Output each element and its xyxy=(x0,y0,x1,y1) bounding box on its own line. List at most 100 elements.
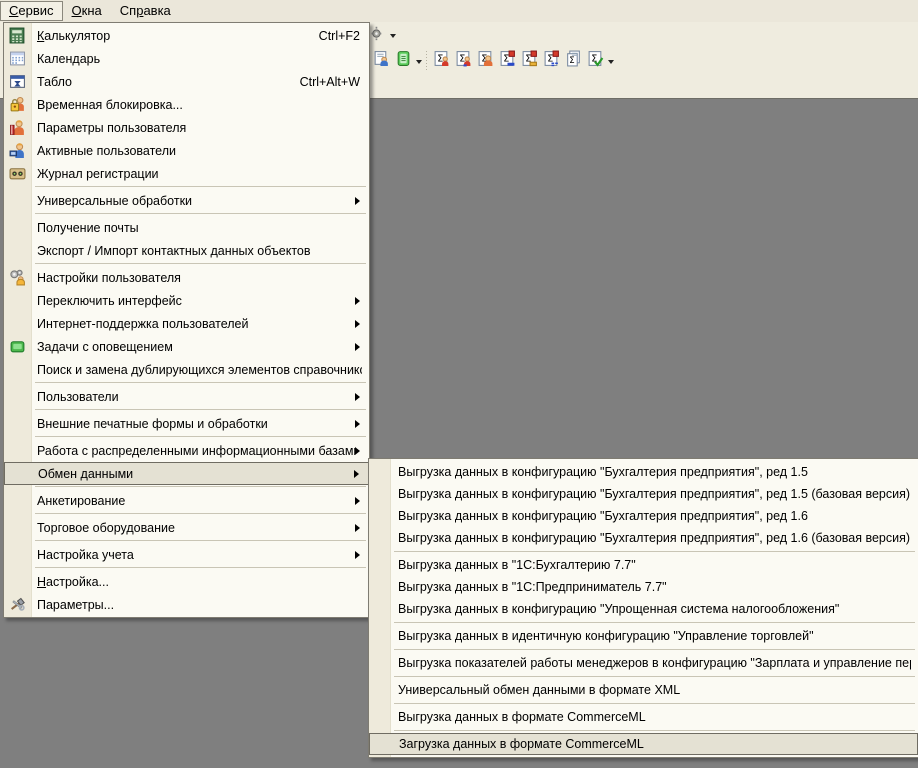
menu-item-service-11[interactable]: Экспорт / Импорт контактных данных объек… xyxy=(4,239,369,262)
service-menu-dropdown: КалькуляторCtrl+F2 Календарь ТаблоCtrl+Alt… xyxy=(3,22,370,618)
user-settings-icon xyxy=(9,269,26,286)
menu-item-service-28[interactable]: Торговое оборудование xyxy=(4,516,369,539)
sigma-user-blue-icon: Σ xyxy=(455,50,472,72)
sigma-user-orange-icon: Σ xyxy=(477,50,494,72)
data-exchange-submenu: Выгрузка данных в конфигурацию "Бухгалте… xyxy=(368,458,918,758)
menu-separator xyxy=(35,382,366,383)
toolbar-button-doc-user[interactable] xyxy=(370,50,392,72)
menu-item-service-16[interactable]: Задачи с оповещением xyxy=(4,335,369,358)
toolbar-dropdown-arrow[interactable] xyxy=(388,24,398,46)
menu-separator xyxy=(35,213,366,214)
menubar-item-service[interactable]: Сервис xyxy=(0,1,63,21)
submenu-arrow-icon xyxy=(355,343,364,351)
menu-item-exchange-7[interactable]: Выгрузка данных в конфигурацию "Упрощенн… xyxy=(369,598,918,620)
menu-item-shortcut: Ctrl+F2 xyxy=(319,29,362,43)
menu-item-label: Интернет-поддержка пользователей xyxy=(37,317,249,331)
doc-user-icon xyxy=(373,50,390,72)
menu-item-service-4[interactable]: Параметры пользователя xyxy=(4,116,369,139)
submenu-arrow-icon xyxy=(355,420,364,428)
calculator-icon xyxy=(9,27,26,44)
sigma-check-icon: Σ xyxy=(587,50,604,72)
menu-bar: СервисОкнаСправка xyxy=(0,0,918,22)
menu-item-label: Пользователи xyxy=(37,390,119,404)
menu-separator xyxy=(394,676,915,677)
toolbar-button-sigma-cube-blue[interactable]: Σ xyxy=(496,50,518,72)
menu-separator xyxy=(394,551,915,552)
toolbar-button-sigma-docs[interactable]: Σ xyxy=(562,50,584,72)
menu-item-label: Календарь xyxy=(37,52,100,66)
toolbar-button-sigma-user-blue[interactable]: Σ xyxy=(452,50,474,72)
menu-item-label: Выгрузка данных в "1С:Предприниматель 7.… xyxy=(398,580,667,594)
green-card-icon xyxy=(395,50,412,72)
menu-item-service-6[interactable]: Журнал регистрации xyxy=(4,162,369,185)
menu-item-service-21[interactable]: Внешние печатные формы и обработки xyxy=(4,412,369,435)
menu-item-label: Выгрузка данных в "1С:Бухгалтерию 7.7" xyxy=(398,558,636,572)
menu-item-label: Активные пользователи xyxy=(37,144,176,158)
toolbar-row-2: ΣΣΣΣΣΣΣΣ xyxy=(370,49,616,73)
menu-item-service-33[interactable]: Параметры... xyxy=(4,593,369,616)
menu-item-label: Настройка... xyxy=(37,575,109,589)
menu-separator xyxy=(35,263,366,264)
menu-item-label: Поиск и замена дублирующихся элементов с… xyxy=(37,363,362,377)
submenu-arrow-icon xyxy=(355,524,364,532)
menu-item-service-2[interactable]: ТаблоCtrl+Alt+W xyxy=(4,70,369,93)
menubar-item-windows[interactable]: Окна xyxy=(63,1,111,21)
menu-item-exchange-3[interactable]: Выгрузка данных в конфигурацию "Бухгалте… xyxy=(369,527,918,549)
toolbar-dropdown-arrow[interactable] xyxy=(414,50,424,72)
menu-item-label: Торговое оборудование xyxy=(37,521,175,535)
menu-item-service-3[interactable]: Временная блокировка... xyxy=(4,93,369,116)
green-task-icon xyxy=(9,338,26,355)
menu-item-service-1[interactable]: Календарь xyxy=(4,47,369,70)
menu-item-service-32[interactable]: Настройка... xyxy=(4,570,369,593)
menu-item-service-26[interactable]: Анкетирование xyxy=(4,489,369,512)
menu-item-service-17[interactable]: Поиск и замена дублирующихся элементов с… xyxy=(4,358,369,381)
sigma-docs-icon: Σ xyxy=(565,50,582,72)
menu-item-label: Настройка учета xyxy=(37,548,134,562)
menu-item-label: Настройки пользователя xyxy=(37,271,181,285)
toolbar-button-sigma-cube-yellow[interactable]: Σ xyxy=(518,50,540,72)
menu-item-service-5[interactable]: Активные пользователи xyxy=(4,139,369,162)
menu-item-service-10[interactable]: Получение почты xyxy=(4,216,369,239)
menu-item-exchange-0[interactable]: Выгрузка данных в конфигурацию "Бухгалте… xyxy=(369,461,918,483)
sigma-cube-blue-icon: Σ xyxy=(499,50,516,72)
toolbar-button-sigma-cube-lines[interactable]: Σ xyxy=(540,50,562,72)
menu-item-exchange-13[interactable]: Универсальный обмен данными в формате XM… xyxy=(369,679,918,701)
menu-item-exchange-11[interactable]: Выгрузка показателей работы менеджеров в… xyxy=(369,652,918,674)
menu-item-label: Параметры пользователя xyxy=(37,121,186,135)
menu-separator xyxy=(35,436,366,437)
menu-item-service-23[interactable]: Работа с распределенными информационными… xyxy=(4,439,369,462)
menu-item-label: Обмен данными xyxy=(38,467,133,481)
menu-item-label: Выгрузка данных в конфигурацию "Упрощенн… xyxy=(398,602,839,616)
menu-item-label: Получение почты xyxy=(37,221,139,235)
menu-item-exchange-6[interactable]: Выгрузка данных в "1С:Предприниматель 7.… xyxy=(369,576,918,598)
gear-tool-icon xyxy=(369,24,386,46)
menu-item-service-24[interactable]: Обмен данными xyxy=(4,462,369,485)
submenu-arrow-icon xyxy=(355,393,364,401)
toolbar-button-sigma-user-orange[interactable]: Σ xyxy=(474,50,496,72)
menu-item-exchange-2[interactable]: Выгрузка данных в конфигурацию "Бухгалте… xyxy=(369,505,918,527)
menu-item-exchange-5[interactable]: Выгрузка данных в "1С:Бухгалтерию 7.7" xyxy=(369,554,918,576)
menu-item-exchange-9[interactable]: Выгрузка данных в идентичную конфигураци… xyxy=(369,625,918,647)
toolbar-dropdown-arrow[interactable] xyxy=(606,50,616,72)
menu-separator xyxy=(394,703,915,704)
menu-item-exchange-1[interactable]: Выгрузка данных в конфигурацию "Бухгалте… xyxy=(369,483,918,505)
tablo-icon xyxy=(9,73,26,90)
toolbar-button-sigma-user-red[interactable]: Σ xyxy=(430,50,452,72)
menu-item-exchange-17[interactable]: Загрузка данных в формате CommerceML xyxy=(369,733,918,755)
menu-item-label: Внешние печатные формы и обработки xyxy=(37,417,268,431)
menu-item-service-8[interactable]: Универсальные обработки xyxy=(4,189,369,212)
toolbar-button-sigma-check[interactable]: Σ xyxy=(584,50,606,72)
menu-item-label: Журнал регистрации xyxy=(37,167,159,181)
menu-item-label: Выгрузка данных в конфигурацию "Бухгалте… xyxy=(398,487,910,501)
menu-item-service-13[interactable]: Настройки пользователя xyxy=(4,266,369,289)
menu-item-service-19[interactable]: Пользователи xyxy=(4,385,369,408)
menu-item-label: Выгрузка данных в формате CommerceML xyxy=(398,710,646,724)
menu-item-service-14[interactable]: Переключить интерфейс xyxy=(4,289,369,312)
menubar-item-help[interactable]: Справка xyxy=(111,1,180,21)
menu-item-service-0[interactable]: КалькуляторCtrl+F2 xyxy=(4,24,369,47)
menu-item-service-15[interactable]: Интернет-поддержка пользователей xyxy=(4,312,369,335)
menu-item-service-30[interactable]: Настройка учета xyxy=(4,543,369,566)
toolbar-button-green-card[interactable] xyxy=(392,50,414,72)
lock-user-icon xyxy=(9,96,26,113)
menu-item-exchange-15[interactable]: Выгрузка данных в формате CommerceML xyxy=(369,706,918,728)
